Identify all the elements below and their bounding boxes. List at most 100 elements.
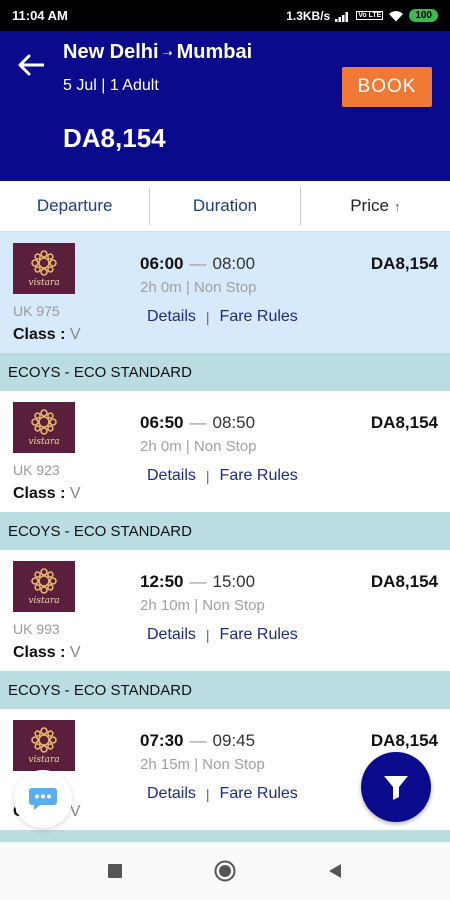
vistara-emblem-icon [31,727,57,753]
trip-meta: 5 Jul | 1 Adult [63,77,159,94]
time-separator: — [189,413,207,432]
home-button[interactable] [205,851,245,891]
fare-class: Class : V [13,485,81,503]
airline-logo: vistara [13,243,75,294]
time-separator: — [189,572,207,591]
airline-logo-text: vistara [28,596,60,606]
header-price: DA8,154 [63,123,166,153]
book-button[interactable]: BOOK [342,67,432,107]
fare-rules-link[interactable]: Fare Rules [220,308,298,326]
details-link[interactable]: Details [147,308,196,326]
time-separator: — [189,254,207,273]
flight-price: DA8,154 [370,413,438,432]
sort-price-label: Price [350,196,389,215]
fare-type-band [0,830,450,842]
filter-button[interactable] [361,752,431,822]
flight-price: DA8,154 [370,572,438,591]
flight-number: UK 993 [13,621,60,637]
airline-logo: vistara [13,720,75,771]
flight-times: 06:50 — 08:50 [140,413,255,433]
sort-duration-tab[interactable]: Duration [150,181,299,231]
sort-departure-tab[interactable]: Departure [0,181,149,231]
chat-button[interactable] [14,770,72,828]
fare-class: Class : V [13,644,81,662]
departure-time: 12:50 [140,572,184,591]
sort-bar: Departure Duration Price ↑ [0,181,450,232]
class-value: V [69,326,81,343]
status-indicators: 1.3KB/s Vo LTE 100 [286,9,438,23]
flight-price: DA8,154 [370,254,438,273]
airline-logo-text: vistara [28,437,60,447]
search-summary-header: New Delhi ➝ Mumbai 5 Jul | 1 Adult DA8,1… [0,31,450,181]
airline-logo-text: vistara [28,755,60,765]
triangle-back-icon [329,864,341,878]
flight-list[interactable]: vistara UK 975 Class : V 06:00 — 08:00 2h 0m |… [0,232,450,842]
flight-price: DA8,154 [370,731,438,750]
fare-rules-link[interactable]: Fare Rules [220,467,298,485]
fare-type-band: ECOYS - ECO STANDARD [0,671,450,709]
flight-links: Details | Fare Rules [147,785,298,803]
wifi-icon [389,10,404,21]
arrival-time: 09:45 [212,731,256,750]
signal-icon [335,11,349,22]
details-link[interactable]: Details [147,626,196,644]
duration-stops: 2h 0m | Non Stop [140,279,257,296]
fare-rules-link[interactable]: Fare Rules [220,626,298,644]
flight-links: Details | Fare Rules [147,308,298,326]
airline-logo: vistara [13,402,75,453]
origin-city: New Delhi [63,41,159,63]
link-separator: | [205,309,210,325]
vistara-emblem-icon [31,250,57,276]
airline-logo-text: vistara [28,278,60,288]
flight-card[interactable]: vistara UK 975 Class : V 06:00 — 08:00 2h 0m |… [0,232,450,353]
details-link[interactable]: Details [147,785,196,803]
route-title: New Delhi ➝ Mumbai [63,41,252,64]
vistara-emblem-icon [31,409,57,435]
class-value: V [69,803,81,820]
flight-card[interactable]: vistara UK 993 Class : V 12:50 — 15:00 2h 10m … [0,550,450,671]
class-label: Class : [13,326,66,343]
recents-button[interactable] [95,851,135,891]
sort-duration-label: Duration [192,196,258,215]
flight-number: UK 923 [13,462,60,478]
status-bar: 11:04 AM 1.3KB/s Vo LTE 100 [0,0,450,31]
flight-times: 06:00 — 08:00 [140,254,255,274]
fare-class: Class : V [13,326,81,344]
vistara-emblem-icon [31,568,57,594]
battery-indicator: 100 [409,9,438,22]
sort-price-tab[interactable]: Price ↑ [301,181,450,231]
fare-type-band: ECOYS - ECO STANDARD [0,353,450,391]
back-button[interactable] [14,48,48,82]
details-link[interactable]: Details [147,467,196,485]
link-separator: | [205,468,210,484]
class-label: Class : [13,485,66,502]
flight-number: UK 975 [13,303,60,319]
flight-card[interactable]: vistara UK 923 Class : V 06:50 — 08:50 2h 0m |… [0,391,450,512]
circle-icon [214,860,236,882]
sort-departure-label: Departure [36,196,113,215]
square-icon [108,864,122,878]
network-speed: 1.3KB/s [286,8,331,23]
class-value: V [69,644,81,661]
destination-city: Mumbai [176,41,253,63]
departure-time: 06:50 [140,413,184,432]
fare-type-band: ECOYS - ECO STANDARD [0,512,450,550]
status-time: 11:04 AM [12,8,68,23]
arrow-right-icon: ➝ [162,45,173,60]
flight-times: 07:30 — 09:45 [140,731,255,751]
time-separator: — [189,731,207,750]
system-nav-bar [0,842,450,900]
arrival-time: 08:50 [212,413,256,432]
flight-links: Details | Fare Rules [147,626,298,644]
arrival-time: 15:00 [212,572,256,591]
class-label: Class : [13,644,66,661]
fare-rules-link[interactable]: Fare Rules [220,785,298,803]
duration-stops: 2h 15m | Non Stop [140,756,265,773]
filter-funnel-icon [384,776,408,800]
chat-bubble-icon [29,788,57,810]
arrow-left-icon [18,54,44,76]
airline-logo: vistara [13,561,75,612]
link-separator: | [205,786,210,802]
flight-times: 12:50 — 15:00 [140,572,255,592]
back-nav-button[interactable] [315,851,355,891]
